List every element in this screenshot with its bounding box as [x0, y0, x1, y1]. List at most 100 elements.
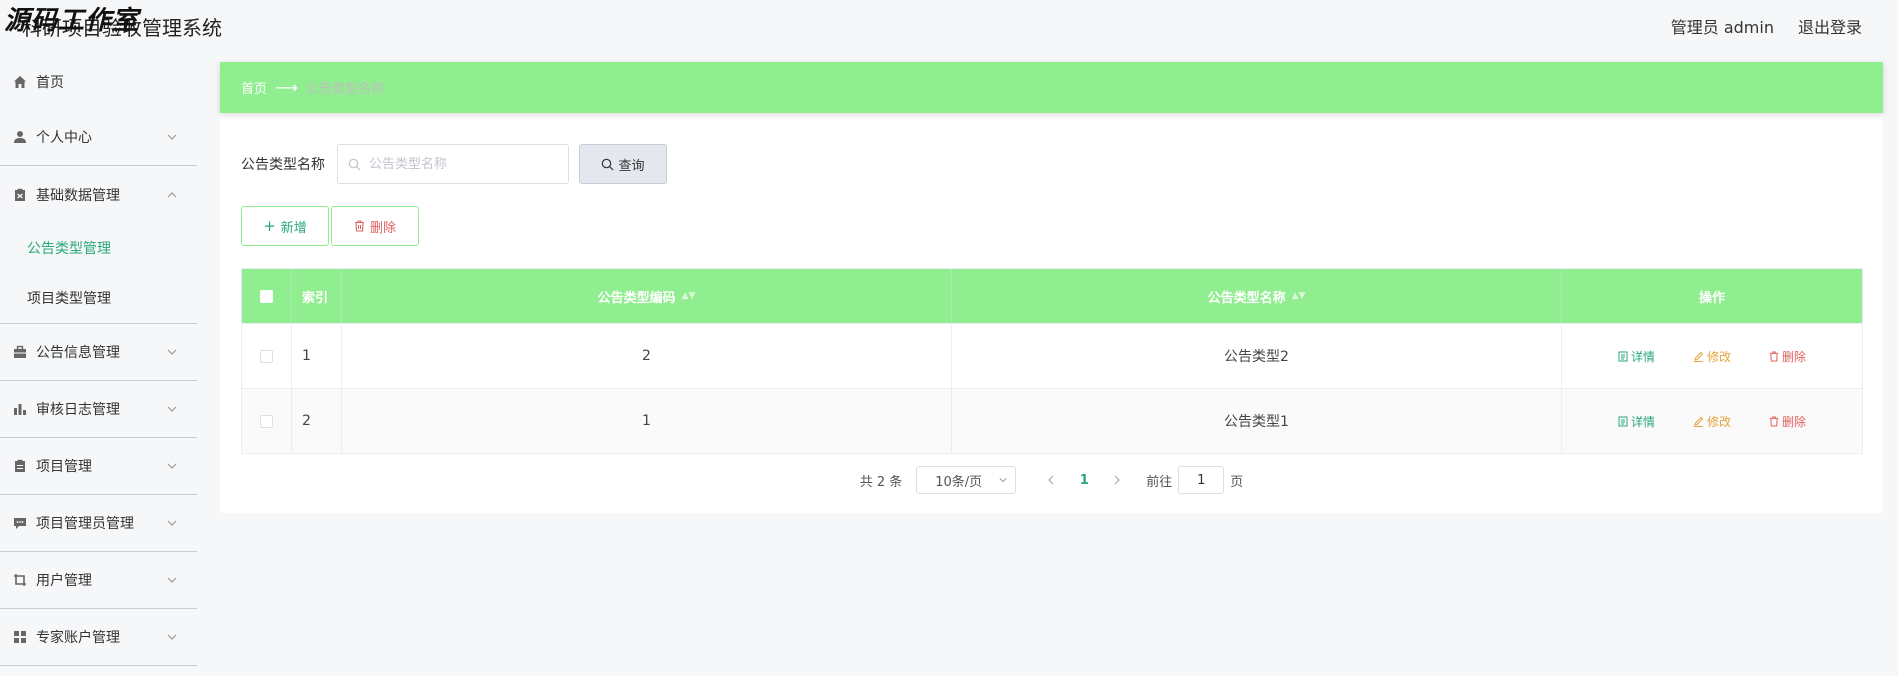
search-label: 公告类型名称 — [241, 157, 325, 173]
pagination-total: 共 2 条 — [859, 474, 903, 490]
chevron-down-icon — [167, 463, 177, 469]
row-select-cell — [242, 389, 292, 453]
breadcrumb-home-link[interactable]: 首页 — [241, 78, 267, 97]
sidebar-item-home[interactable]: 首页 — [0, 55, 197, 109]
sidebar-subitem-project-type[interactable]: 项目类型管理 — [0, 273, 197, 323]
user-area: 管理员 admin 退出登录 — [1671, 14, 1862, 38]
sidebar-item-notice-info[interactable]: 公告信息管理 — [0, 324, 197, 381]
grid-icon — [12, 629, 28, 645]
sidebar-item-expert-accounts[interactable]: 专家账户管理 — [0, 609, 197, 666]
clipboard-icon — [12, 187, 28, 203]
query-button[interactable]: 查询 — [579, 144, 667, 184]
goto-page: 前往 页 — [1146, 466, 1243, 494]
search-icon — [602, 158, 614, 170]
chevron-down-icon — [167, 406, 177, 412]
chevron-down-icon — [167, 349, 177, 355]
row-code: 1 — [342, 389, 952, 453]
sidebar-item-project[interactable]: 项目管理 — [0, 438, 197, 495]
page-size-value: 10条/页 — [935, 474, 983, 490]
chevron-down-icon — [999, 478, 1007, 483]
breadcrumb-current: 公告类型名称 — [305, 82, 384, 97]
logout-link[interactable]: 退出登录 — [1798, 14, 1862, 38]
trash-icon — [354, 220, 364, 232]
edit-button[interactable]: 修改 — [1683, 409, 1741, 434]
sidebar-item-label: 审核日志管理 — [36, 402, 120, 418]
select-all-cell — [242, 269, 292, 323]
row-select-cell — [242, 324, 292, 388]
row-index: 2 — [292, 389, 342, 453]
edit-icon — [1693, 416, 1704, 427]
add-button-label: 新增 — [280, 220, 307, 236]
edit-icon — [1693, 351, 1704, 362]
sidebar-subitem-notice-type[interactable]: 公告类型管理 — [0, 223, 197, 273]
goto-page-input[interactable] — [1178, 466, 1225, 494]
edit-button[interactable]: 修改 — [1683, 344, 1741, 369]
plus-icon: + — [263, 217, 276, 235]
search-input[interactable] — [369, 156, 559, 172]
goto-suffix: 页 — [1230, 474, 1244, 490]
select-all-checkbox[interactable] — [260, 289, 273, 303]
column-header-actions: 操作 — [1698, 290, 1725, 306]
delete-button[interactable]: 删除 — [331, 206, 419, 246]
chevron-right-icon — [1114, 475, 1121, 485]
row-delete-button-label: 删除 — [1782, 414, 1807, 429]
sidebar-item-personal-center[interactable]: 个人中心 — [0, 109, 197, 166]
detail-button-label: 详情 — [1630, 349, 1655, 364]
page-number[interactable]: 1 — [1066, 466, 1102, 494]
chevron-up-icon — [167, 191, 177, 197]
row-actions: 详情 修改 删除 — [1562, 389, 1862, 453]
page-size-select[interactable]: 10条/页 — [916, 466, 1017, 494]
sidebar-menu: 首页 个人中心 基础数据管理 公告类型管理 项目类型管理 公告信息管理 审核日志… — [0, 55, 197, 666]
sidebar-item-label: 公告信息管理 — [36, 345, 120, 361]
edit-button-label: 修改 — [1706, 414, 1731, 429]
bar-chart-icon — [12, 401, 28, 417]
arrow-right-icon: ⟶ — [275, 78, 298, 97]
top-header: 源码工作室 科研项目验收管理系统 管理员 admin 退出登录 — [0, 0, 1898, 50]
detail-button[interactable]: 详情 — [1608, 409, 1665, 434]
table-row: 2 1 公告类型1 详情 修改 删除 — [242, 388, 1862, 453]
sidebar-item-label: 专家账户管理 — [36, 630, 120, 646]
goto-label: 前往 — [1146, 474, 1173, 490]
add-button[interactable]: + 新增 — [241, 206, 329, 246]
row-name: 公告类型2 — [952, 324, 1562, 388]
column-header-name[interactable]: 公告类型名称 ▲▼ — [952, 269, 1562, 323]
sidebar-group-basic-data: 基础数据管理 公告类型管理 项目类型管理 — [0, 166, 197, 324]
document-icon — [1618, 351, 1628, 361]
sidebar-item-label: 个人中心 — [36, 130, 92, 146]
sidebar-item-audit-log[interactable]: 审核日志管理 — [0, 381, 197, 438]
sidebar-item-label: 项目管理 — [36, 459, 92, 475]
chevron-left-icon — [1048, 475, 1054, 485]
chevron-down-icon — [167, 577, 177, 583]
sort-icon[interactable]: ▲▼ — [682, 291, 696, 301]
sort-icon[interactable]: ▲▼ — [1292, 291, 1306, 301]
table-row: 1 2 公告类型2 详情 修改 删除 — [242, 323, 1862, 388]
prev-page-button[interactable] — [1036, 466, 1066, 494]
query-button-label: 查询 — [618, 158, 645, 174]
sidebar-item-label: 项目管理员管理 — [36, 516, 134, 532]
row-delete-button[interactable]: 删除 — [1759, 344, 1816, 369]
sidebar-item-basic-data[interactable]: 基础数据管理 — [0, 166, 197, 223]
row-delete-button[interactable]: 删除 — [1759, 409, 1816, 434]
column-header-code[interactable]: 公告类型编码 ▲▼ — [342, 269, 952, 323]
sidebar-item-label: 首页 — [36, 75, 64, 91]
trash-icon — [1769, 415, 1779, 427]
column-header-label: 公告类型名称 — [1207, 290, 1286, 306]
search-icon — [348, 158, 361, 170]
pagination: 共 2 条 10条/页 1 前往 页 — [220, 466, 1883, 494]
row-index: 1 — [292, 324, 342, 388]
row-code: 2 — [342, 324, 952, 388]
document-icon — [12, 458, 28, 474]
sidebar-item-users[interactable]: 用户管理 — [0, 552, 197, 609]
sidebar-item-label: 用户管理 — [36, 573, 92, 589]
current-user-label: 管理员 admin — [1670, 18, 1774, 37]
sidebar-item-label: 基础数据管理 — [36, 187, 120, 204]
detail-button-label: 详情 — [1630, 414, 1655, 429]
next-page-button[interactable] — [1102, 466, 1132, 494]
trash-icon — [1769, 350, 1779, 362]
row-checkbox[interactable] — [260, 349, 273, 363]
row-checkbox[interactable] — [260, 414, 273, 428]
column-header-index: 索引 — [292, 269, 342, 323]
user-icon — [12, 129, 28, 145]
detail-button[interactable]: 详情 — [1608, 344, 1665, 369]
sidebar-item-project-admin[interactable]: 项目管理员管理 — [0, 495, 197, 552]
